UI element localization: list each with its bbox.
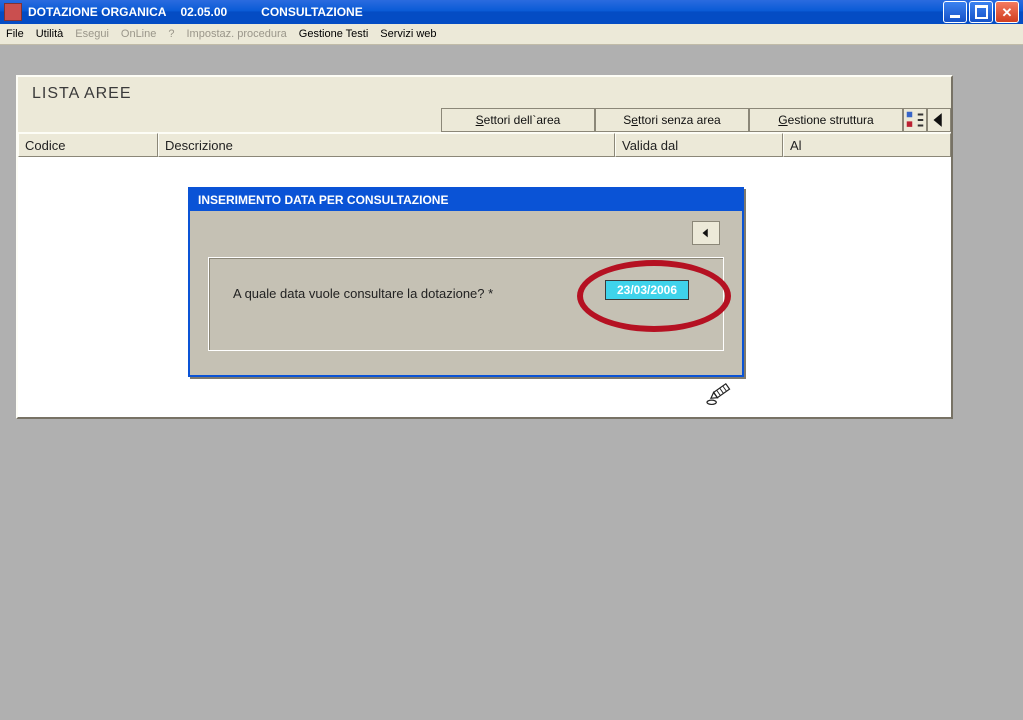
window-titlebar: DOTAZIONE ORGANICA 02.05.00 CONSULTAZION… [0, 0, 1023, 24]
dialog-back-button[interactable] [692, 221, 720, 245]
col-descrizione[interactable]: Descrizione [158, 133, 615, 157]
minimize-button[interactable] [943, 1, 967, 23]
tab-settori-area[interactable]: Settori dell`area [441, 108, 595, 132]
tab-gestione-struttura[interactable]: Gestione struttura [749, 108, 903, 132]
maximize-button[interactable] [969, 1, 993, 23]
menu-esegui: Esegui [75, 28, 109, 40]
dialog-inner-frame: A quale data vuole consultare la dotazio… [208, 257, 724, 351]
title-mode: CONSULTAZIONE [261, 5, 363, 19]
title-version: 02.05.00 [180, 5, 227, 19]
tab-settori-senza-area[interactable]: Settori senza area [595, 108, 749, 132]
grid-body: INSERIMENTO DATA PER CONSULTAZIONE A qua… [18, 157, 951, 417]
menu-gestione-testi[interactable]: Gestione Testi [299, 28, 369, 40]
lista-aree-panel: LISTA AREE Settori dell`area Settori sen… [16, 75, 953, 419]
tab-settori-senza-area-rest: ttori senza area [638, 113, 721, 127]
toolbar-back-icon[interactable] [927, 108, 951, 132]
close-button[interactable]: ✕ [995, 1, 1019, 23]
menu-utilita[interactable]: Utilità [36, 28, 64, 40]
menu-online: OnLine [121, 28, 156, 40]
grid-header: Codice Descrizione Valida dal Al [18, 132, 951, 157]
col-valida-dal[interactable]: Valida dal [615, 133, 783, 157]
toolbar-sort-icon[interactable] [903, 108, 927, 132]
title-app: DOTAZIONE ORGANICA [28, 5, 166, 19]
menu-help: ? [168, 28, 174, 40]
col-al[interactable]: Al [783, 133, 951, 157]
date-input[interactable] [605, 280, 689, 300]
menu-servizi-web[interactable]: Servizi web [380, 28, 436, 40]
pencil-icon[interactable] [705, 380, 735, 409]
menu-bar: File Utilità Esegui OnLine ? Impostaz. p… [0, 24, 1023, 45]
menu-impostaz: Impostaz. procedura [187, 28, 287, 40]
workspace: LISTA AREE Settori dell`area Settori sen… [0, 45, 1023, 720]
dialog-title: INSERIMENTO DATA PER CONSULTAZIONE [190, 189, 742, 211]
date-dialog: INSERIMENTO DATA PER CONSULTAZIONE A qua… [188, 187, 744, 377]
dialog-question: A quale data vuole consultare la dotazio… [233, 286, 493, 301]
app-icon [4, 3, 22, 21]
tab-settori-area-rest: ettori dell`area [484, 113, 561, 127]
tab-gestione-struttura-rest: estione struttura [788, 113, 874, 127]
menu-file[interactable]: File [6, 28, 24, 40]
panel-title: LISTA AREE [32, 85, 132, 103]
col-codice[interactable]: Codice [18, 133, 158, 157]
